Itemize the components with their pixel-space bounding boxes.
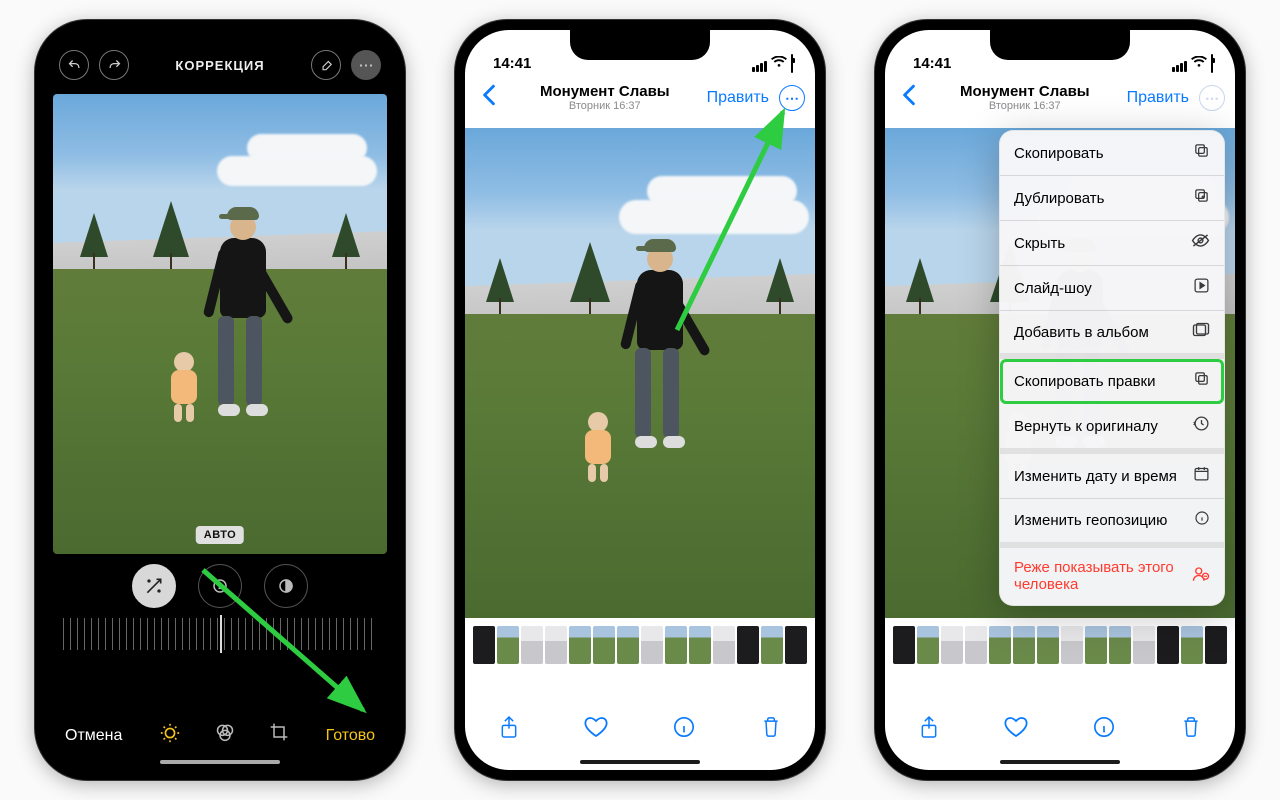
phone-context-menu-screen: 14:41 Монумент Славы Вторник 16:37 Прави…: [875, 20, 1245, 780]
auto-enhance-tool[interactable]: [132, 564, 176, 608]
status-time: 14:41: [493, 55, 531, 72]
crop-tab-icon[interactable]: [269, 722, 289, 750]
more-button[interactable]: ⋯: [779, 85, 805, 111]
hide-icon: [1191, 232, 1210, 254]
photo-location: Монумент Славы: [540, 83, 670, 100]
back-button[interactable]: [475, 84, 503, 113]
nav-bar: Монумент Славы Вторник 16:37 Править ⋯: [885, 74, 1235, 122]
share-icon[interactable]: [494, 715, 524, 745]
nav-title: Монумент Славы Вторник 16:37: [960, 83, 1090, 113]
menu-copy[interactable]: Скопировать: [1000, 131, 1224, 176]
notch: [570, 30, 710, 60]
info-icon[interactable]: [1089, 716, 1119, 744]
adjustment-slider[interactable]: [63, 618, 377, 650]
more-icon[interactable]: ⋯: [351, 50, 381, 80]
thumbnail-scrubber[interactable]: [473, 626, 807, 664]
adjustment-tools-row: [45, 564, 395, 608]
notch: [150, 30, 290, 60]
person-minus-icon: [1192, 566, 1210, 587]
brilliance-tool[interactable]: [264, 564, 308, 608]
info-icon[interactable]: [669, 716, 699, 744]
cellular-icon: [1172, 61, 1187, 72]
adjust-tab-icon[interactable]: [159, 722, 181, 750]
phone-detail-screen: 14:41 Монумент Славы Вторник 16:37 Прави…: [455, 20, 825, 780]
filters-tab-icon[interactable]: [215, 722, 235, 750]
status-time: 14:41: [913, 55, 951, 72]
menu-revert[interactable]: Вернуть к оригиналу: [1000, 404, 1224, 454]
menu-duplicate[interactable]: Дублировать: [1000, 176, 1224, 221]
menu-copy-edits[interactable]: Скопировать правки: [1000, 359, 1224, 404]
copy-edits-icon: [1193, 370, 1210, 392]
cellular-icon: [752, 61, 767, 72]
markup-icon[interactable]: [311, 50, 341, 80]
favorite-icon[interactable]: [1001, 716, 1031, 744]
bottom-toolbar: [885, 708, 1235, 752]
done-button[interactable]: Готово: [326, 727, 375, 745]
favorite-icon[interactable]: [581, 716, 611, 744]
edit-button[interactable]: Править: [1127, 89, 1189, 107]
edit-bottombar: Отмена Готово: [45, 722, 395, 750]
duplicate-icon: [1193, 187, 1210, 209]
wifi-icon: [1191, 55, 1207, 72]
wifi-icon: [771, 55, 787, 72]
nav-bar: Монумент Славы Вторник 16:37 Править ⋯: [465, 74, 815, 122]
menu-slideshow[interactable]: Слайд-шоу: [1000, 266, 1224, 311]
photo-location: Монумент Славы: [960, 83, 1090, 100]
more-button[interactable]: ⋯: [1199, 85, 1225, 111]
photo-datetime: Вторник 16:37: [540, 100, 670, 113]
context-menu: Скопировать Дублировать Скрыть Слайд-шоу: [999, 130, 1225, 606]
calendar-icon: [1193, 465, 1210, 487]
play-icon: [1193, 277, 1210, 299]
share-icon[interactable]: [914, 715, 944, 745]
redo-icon[interactable]: [99, 50, 129, 80]
copy-icon: [1193, 142, 1210, 164]
back-button[interactable]: [895, 84, 923, 113]
photo-view[interactable]: [465, 128, 815, 618]
notch: [990, 30, 1130, 60]
menu-adjust-location[interactable]: Изменить геопозицию: [1000, 499, 1224, 548]
revert-icon: [1193, 415, 1210, 437]
photo-preview[interactable]: АВТО: [53, 94, 387, 554]
thumbnail-scrubber[interactable]: [893, 626, 1227, 664]
phone-edit-screen: КОРРЕКЦИЯ ⋯: [35, 20, 405, 780]
trash-icon[interactable]: [1176, 716, 1206, 744]
menu-feature-less[interactable]: Реже показывать этого человека: [1000, 548, 1224, 605]
battery-icon: [1211, 55, 1213, 72]
menu-adjust-date[interactable]: Изменить дату и время: [1000, 454, 1224, 499]
photo-datetime: Вторник 16:37: [960, 100, 1090, 113]
trash-icon[interactable]: [756, 716, 786, 744]
edit-button[interactable]: Править: [707, 89, 769, 107]
undo-icon[interactable]: [59, 50, 89, 80]
battery-icon: [791, 55, 793, 72]
menu-add-to-album[interactable]: Добавить в альбом: [1000, 311, 1224, 359]
album-icon: [1192, 322, 1210, 342]
cancel-button[interactable]: Отмена: [65, 727, 122, 745]
bottom-toolbar: [465, 708, 815, 752]
menu-hide[interactable]: Скрыть: [1000, 221, 1224, 266]
location-icon: [1194, 510, 1210, 531]
exposure-tool[interactable]: [198, 564, 242, 608]
auto-badge: АВТО: [196, 526, 244, 544]
nav-title: Монумент Славы Вторник 16:37: [540, 83, 670, 113]
